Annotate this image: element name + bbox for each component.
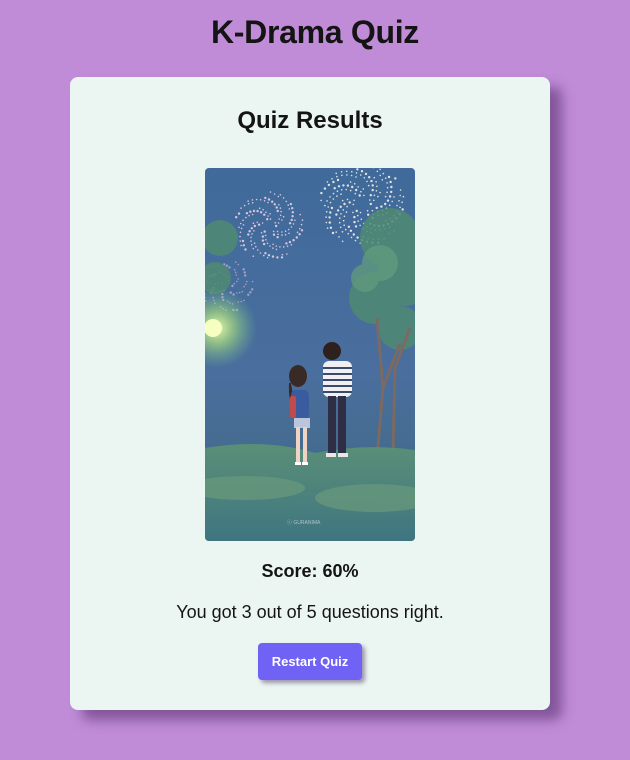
restart-quiz-button[interactable]: Restart Quiz (258, 643, 362, 680)
result-illustration: ⓒ GURANIMA (205, 168, 415, 541)
results-summary: You got 3 out of 5 questions right. (176, 602, 444, 622)
app-title: K-Drama Quiz (211, 14, 419, 50)
results-card: Quiz Results ⓒ GURANIMA Score: 60% You g… (70, 77, 550, 710)
score-text: Score: 60% (261, 561, 359, 581)
results-title: Quiz Results (237, 107, 383, 134)
illustration-signature: ⓒ GURANIMA (287, 519, 321, 526)
